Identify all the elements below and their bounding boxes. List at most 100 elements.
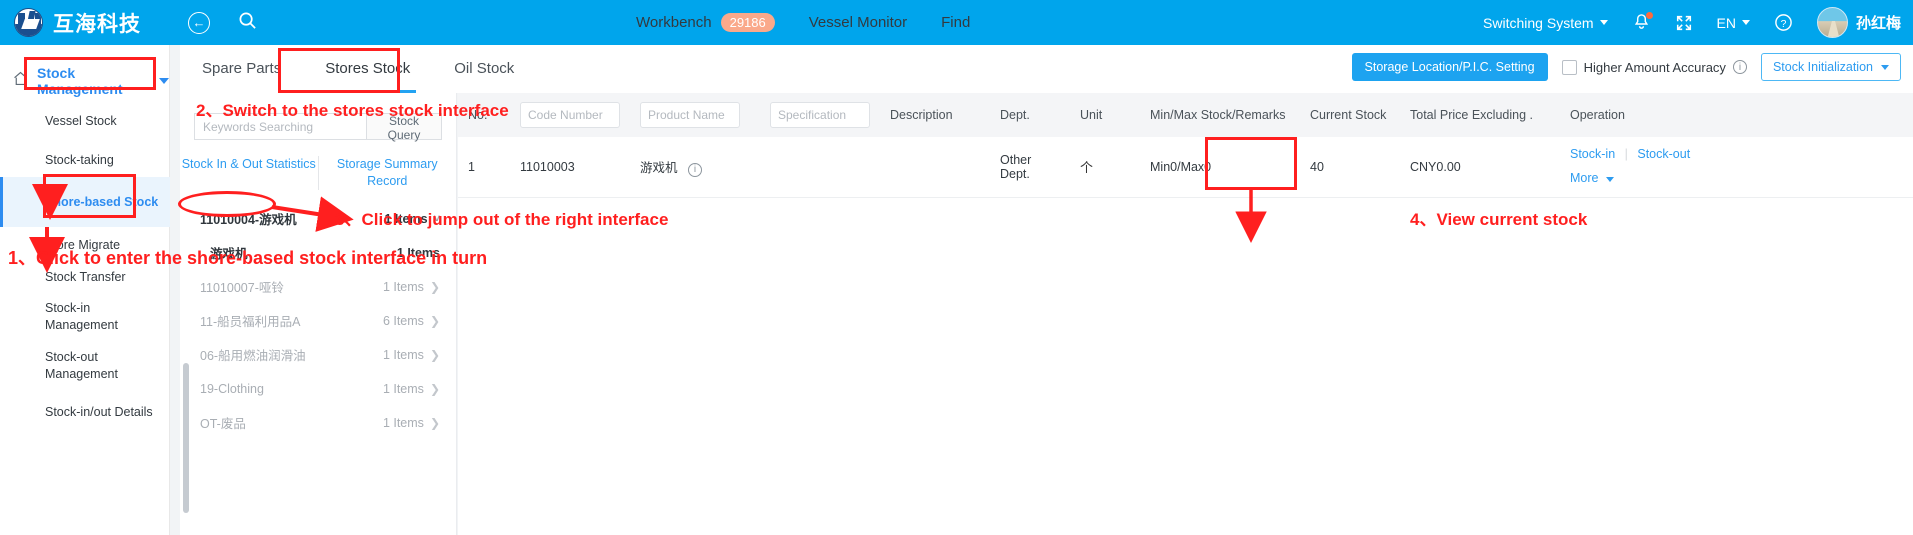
chevron-right-icon[interactable]: ❯ (430, 382, 440, 396)
bell-icon[interactable] (1632, 12, 1653, 32)
search-icon[interactable] (238, 11, 257, 35)
category-count: 1 Items ❯ (382, 415, 440, 430)
header-nav: Workbench 29186 Vessel Monitor Find (636, 0, 1004, 45)
sidebar-item-label: Stock-in/out Details (45, 405, 153, 419)
workbench-badge: 29186 (720, 13, 775, 32)
col-code-number (510, 93, 630, 137)
list-item[interactable]: 06-船用燃油润滑油 1 Items ❯ (180, 338, 456, 372)
left-sidebar: Stock Management Vessel Stock Stock-taki… (0, 45, 170, 535)
chevron-down-icon (159, 78, 169, 84)
stock-initialization-label: Stock Initialization (1772, 60, 1873, 74)
cell-code-number: 11010003 (510, 137, 630, 198)
svg-text:?: ? (1781, 19, 1787, 30)
category-list: 11010004-游戏机 1 Items ˅ 游戏机 1 Items 11010… (180, 202, 456, 440)
tab-label: Stores Stock (325, 60, 411, 77)
sidebar-item-stock-taking[interactable]: Stock-taking (0, 146, 114, 174)
nav-find-label: Find (941, 14, 971, 31)
top-header: 互海科技 ← Workbench 29186 Vessel Monitor Fi… (0, 0, 1913, 45)
table-header-row: No. Description Dept. Unit Mi (458, 93, 1913, 137)
table-row[interactable]: 1 11010003 游戏机 i Other Dept. 个 Min0/Max0… (458, 137, 1913, 198)
list-item[interactable]: 19-Clothing 1 Items ❯ (180, 372, 456, 406)
nav-vessel-monitor-label: Vessel Monitor (808, 14, 908, 31)
cell-no: 1 (458, 137, 510, 198)
category-count: 1 Items ❯ (382, 381, 440, 396)
annotation-step-2: 2、Switch to the stores stock interface (196, 101, 509, 120)
col-description: Description (880, 93, 990, 137)
col-total-price: Total Price Excluding . (1400, 93, 1560, 137)
chevron-right-icon[interactable]: ❯ (430, 348, 440, 362)
nav-find[interactable]: Find (941, 14, 970, 31)
storage-location-setting-button[interactable]: Storage Location/P.I.C. Setting (1351, 53, 1548, 81)
code-number-filter-input[interactable] (520, 102, 620, 128)
category-panel: Stock Query Stock In & Out Statistics St… (180, 93, 457, 535)
stock-in-out-statistics-link[interactable]: Stock In & Out Statistics (180, 156, 318, 190)
company-logo-icon (14, 8, 43, 37)
more-link[interactable]: More (1570, 171, 1598, 185)
user-profile[interactable]: 孙红梅 (1816, 7, 1901, 38)
tab-oil-stock[interactable]: Oil Stock (432, 45, 536, 93)
list-item[interactable]: OT-废品 1 Items ❯ (180, 406, 456, 440)
product-name-filter-input[interactable] (640, 102, 740, 128)
sidebar-item-stock-out-management[interactable]: Stock-out Management (0, 346, 160, 386)
language-selector[interactable]: EN (1717, 15, 1750, 31)
question-mark-icon[interactable]: ? (1774, 13, 1793, 32)
info-icon[interactable]: i (688, 162, 702, 177)
tab-label: Spare Parts (202, 60, 282, 77)
header-actions: Switching System EN ? 孙红梅 (1483, 0, 1901, 45)
nav-vessel-monitor[interactable]: Vessel Monitor (809, 14, 907, 31)
specification-filter-input[interactable] (770, 102, 870, 128)
sidebar-item-label: Shore-based Stock (45, 194, 159, 209)
tab-spare-parts[interactable]: Spare Parts (180, 45, 303, 93)
col-operation: Operation (1560, 93, 1913, 137)
sidebar-item-label: Stock Transfer (45, 270, 126, 284)
cell-product-name: 游戏机 i (630, 137, 760, 198)
stock-out-link[interactable]: Stock-out (1637, 147, 1690, 161)
list-item[interactable]: 11010007-哑铃 1 Items ❯ (180, 270, 456, 304)
brand-name: 互海科技 (53, 12, 141, 36)
sidebar-item-label: Stock-in Management (45, 301, 118, 332)
cell-description (880, 137, 990, 198)
home-icon (12, 70, 29, 92)
brand-logo[interactable]: 互海科技 (14, 8, 141, 38)
category-scrollbar[interactable] (183, 363, 189, 513)
col-unit: Unit (1070, 93, 1140, 137)
stock-initialization-button[interactable]: Stock Initialization (1760, 53, 1901, 81)
sidebar-item-label: Stock-out Management (45, 350, 118, 381)
storage-summary-record-link[interactable]: Storage Summary Record (317, 156, 457, 190)
checkbox-box[interactable] (1561, 59, 1577, 75)
chevron-right-icon[interactable]: ❯ (430, 314, 440, 328)
category-label: 11010004-游戏机 (200, 213, 297, 228)
col-min-max-stock: Min/Max Stock/Remarks (1140, 93, 1300, 137)
chevron-right-icon[interactable]: ❯ (430, 280, 440, 294)
chevron-right-icon[interactable]: ❯ (430, 416, 440, 430)
higher-amount-accuracy-checkbox[interactable]: Higher Amount Accuracy i (1561, 59, 1747, 75)
user-name: 孙红梅 (1855, 15, 1901, 32)
list-item[interactable]: 11-船员福利用品A 6 Items ❯ (180, 304, 456, 338)
category-count: 1 Items ❯ (382, 279, 440, 294)
cell-operation: Stock-in | Stock-out More (1560, 137, 1913, 198)
switching-system-button[interactable]: Switching System (1483, 15, 1608, 31)
cell-unit: 个 (1070, 137, 1140, 198)
cell-current-stock: 40 (1300, 137, 1400, 198)
sidebar-item-stock-in-management[interactable]: Stock-in Management (0, 297, 160, 337)
sidebar-module-selector[interactable]: Stock Management (0, 61, 169, 101)
nav-workbench[interactable]: Workbench 29186 (636, 13, 775, 32)
tab-stores-stock[interactable]: Stores Stock (303, 45, 432, 93)
sidebar-item-shore-based-stock[interactable]: Shore-based Stock (0, 177, 170, 227)
category-quick-links: Stock In & Out Statistics Storage Summar… (180, 156, 456, 190)
chevron-down-icon (1606, 176, 1615, 182)
fullscreen-icon[interactable] (1675, 14, 1693, 32)
back-arrow-icon[interactable]: ← (188, 11, 210, 34)
category-count: 1 Items ❯ (382, 347, 440, 362)
col-current-stock: Current Stock (1300, 93, 1400, 137)
stock-in-link[interactable]: Stock-in (1570, 147, 1615, 161)
cell-specification (760, 137, 880, 198)
info-icon[interactable]: i (1732, 60, 1747, 74)
col-specification (760, 93, 880, 137)
chevron-down-icon (1599, 20, 1608, 25)
toolbar-actions: Storage Location/P.I.C. Setting Higher A… (1351, 53, 1901, 81)
language-label: EN (1716, 14, 1736, 31)
sidebar-item-stock-in-out-details[interactable]: Stock-in/out Details (0, 398, 153, 426)
sidebar-item-vessel-stock[interactable]: Vessel Stock (0, 107, 117, 135)
col-product-name (630, 93, 760, 137)
